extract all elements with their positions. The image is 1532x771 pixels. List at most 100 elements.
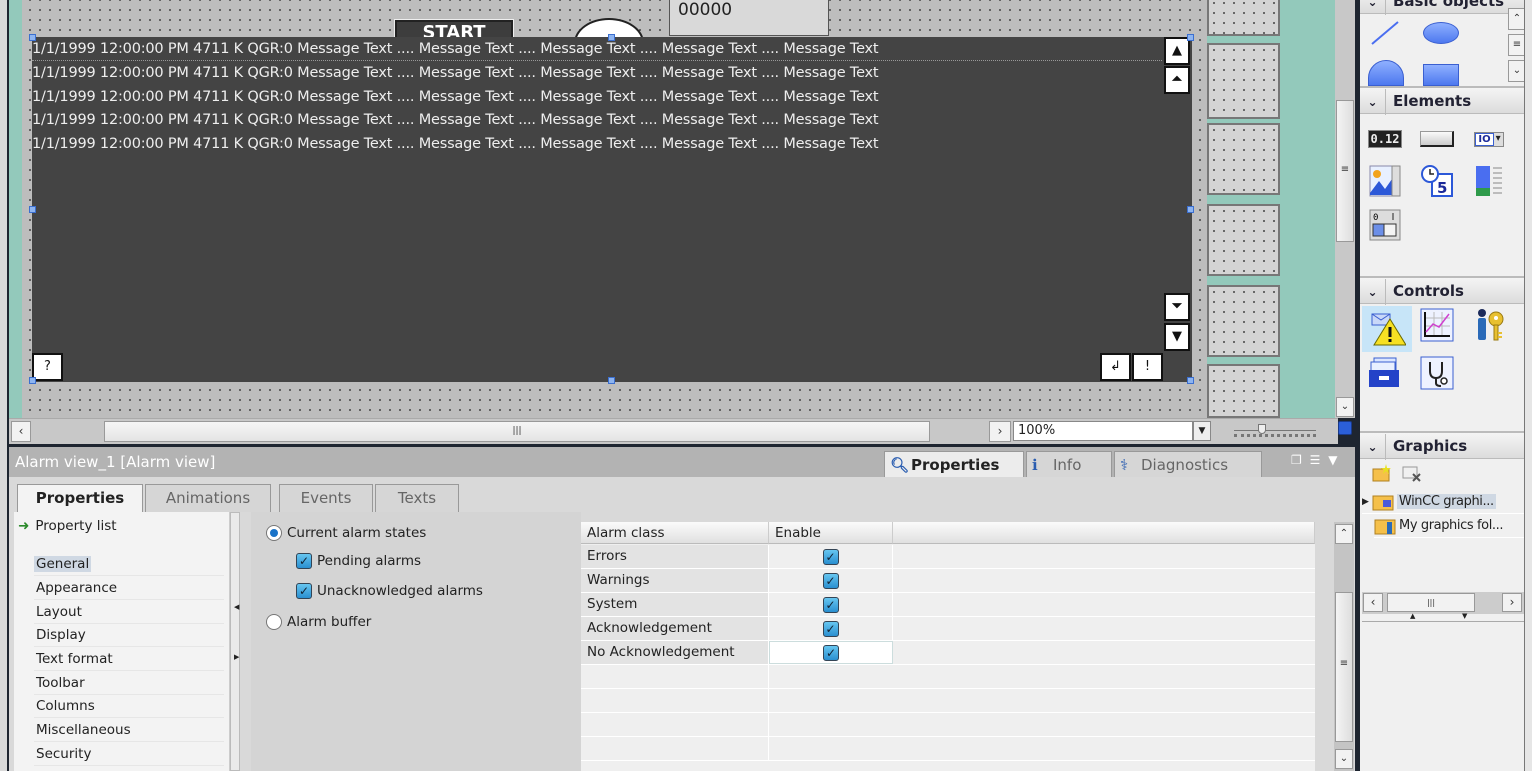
circle-tool-icon[interactable] [1368, 60, 1404, 86]
layout-icon[interactable]: ☰ [1310, 453, 1321, 467]
current-alarm-states-radio[interactable]: Current alarm states [266, 525, 426, 541]
table-vertical-scrollbar[interactable]: ⌃ ≡ ⌄ [1334, 522, 1354, 771]
symbolic-io-field-icon[interactable]: IO ▾ [1472, 122, 1506, 156]
table-row[interactable]: Errors ✓ [581, 545, 1315, 569]
section-elements[interactable]: ⌄ Elements [1360, 86, 1526, 115]
tab-info[interactable]: ℹ Info [1026, 451, 1112, 477]
add-folder-link-icon[interactable] [1372, 464, 1392, 482]
chevron-down-icon[interactable]: ▼ [1328, 453, 1337, 467]
page-down-button[interactable]: ⏷ [1164, 293, 1190, 321]
graphic-io-field-icon[interactable] [1368, 164, 1402, 198]
resize-handle[interactable] [1187, 377, 1194, 384]
resize-handle[interactable] [29, 377, 36, 384]
scroll-up-button[interactable]: ▲ [1164, 37, 1190, 65]
scroll-left-icon[interactable]: ‹ [1363, 593, 1383, 612]
scroll-down-icon[interactable]: ⌄ [1335, 749, 1353, 769]
scrollbar-thumb[interactable]: ≡ [1336, 100, 1354, 242]
screen-button-placeholder[interactable] [1207, 204, 1280, 276]
overview-window-icon[interactable] [1338, 421, 1352, 435]
button-element-icon[interactable] [1420, 122, 1454, 156]
canvas-vertical-scrollbar[interactable]: ≡ ⌄ [1335, 0, 1355, 418]
column-header-enable[interactable]: Enable [769, 522, 893, 544]
recipe-view-icon[interactable] [1368, 356, 1402, 390]
scroll-down-icon[interactable]: ⌄ [1336, 397, 1354, 417]
help-button[interactable]: ? [32, 353, 63, 381]
column-header-alarm-class[interactable]: Alarm class [581, 522, 769, 544]
table-row[interactable]: No Acknowledgement ✓ [581, 641, 1315, 665]
window-controls[interactable]: ❐ ☰ ▼ [1291, 453, 1337, 467]
checkbox-checked-icon[interactable]: ✓ [823, 644, 839, 661]
enable-cell-focused[interactable]: ✓ [769, 641, 893, 664]
scroll-up-icon[interactable]: ⌃ [1335, 524, 1353, 544]
property-item-general[interactable]: General [34, 553, 224, 576]
resize-handle[interactable] [1187, 34, 1194, 41]
collapse-up-icon[interactable]: ▲ [1410, 612, 1415, 620]
screen-button-placeholder[interactable] [1207, 43, 1280, 119]
expand-arrow-icon[interactable]: ▶ [1362, 497, 1369, 507]
user-view-icon[interactable] [1472, 308, 1506, 342]
property-item-toolbar[interactable]: Toolbar [34, 672, 224, 695]
scrollbar-thumb[interactable]: ||| [1387, 593, 1475, 612]
delete-folder-link-icon[interactable] [1402, 464, 1422, 482]
scroll-down-button[interactable]: ▼ [1164, 323, 1190, 351]
enable-cell[interactable]: ✓ [769, 545, 893, 568]
property-item-columns[interactable]: Columns [34, 695, 224, 718]
zoom-dropdown-chevron-icon[interactable]: ▼ [1193, 421, 1211, 441]
system-diagnostics-view-icon[interactable] [1420, 356, 1454, 390]
zoom-slider[interactable] [1234, 424, 1316, 438]
scroll-right-icon[interactable]: › [989, 421, 1011, 442]
scrollbar-thumb[interactable]: ||| [104, 421, 930, 442]
chevron-down-icon[interactable]: ⌄ [1360, 279, 1386, 305]
pending-alarms-checkbox[interactable]: ✓ Pending alarms [296, 553, 421, 569]
unacknowledged-alarms-checkbox[interactable]: ✓ Unacknowledged alarms [296, 583, 483, 599]
resize-handle[interactable] [29, 34, 36, 41]
screen-button-placeholder[interactable] [1207, 0, 1280, 36]
resize-handle[interactable] [608, 34, 615, 41]
property-item-display[interactable]: Display [34, 624, 224, 647]
tab-properties-right[interactable]: 🔍︎ Properties [884, 451, 1024, 477]
scroll-right-icon[interactable]: › [1502, 593, 1522, 612]
bar-icon[interactable] [1472, 164, 1506, 198]
float-window-icon[interactable]: ❐ [1291, 453, 1302, 467]
io-field-icon[interactable]: 0.12 [1367, 122, 1403, 156]
zoom-level-input[interactable]: 100% [1013, 421, 1193, 441]
page-up-button[interactable]: ⏶ [1164, 66, 1190, 94]
graphics-horizontal-scrollbar[interactable]: ‹ ||| › [1362, 592, 1524, 614]
scroll-left-icon[interactable]: ‹ [11, 421, 31, 442]
collapse-left-icon[interactable]: ◀ [234, 603, 239, 611]
property-item-appearance[interactable]: Appearance [34, 577, 224, 600]
ellipse-tool-icon[interactable] [1423, 22, 1459, 44]
resize-handle[interactable] [1187, 206, 1194, 213]
expand-down-icon[interactable]: ▼ [1462, 612, 1467, 620]
alarm-buffer-radio[interactable]: Alarm buffer [266, 614, 371, 630]
checkbox-checked-icon[interactable]: ✓ [822, 548, 839, 565]
checkbox-checked-icon[interactable]: ✓ [822, 620, 839, 637]
scrollbar-thumb[interactable]: ≡ [1335, 592, 1353, 742]
property-item-security[interactable]: Security [34, 743, 224, 766]
section-graphics[interactable]: ⌄ Graphics [1360, 431, 1526, 460]
section-controls[interactable]: ⌄ Controls [1360, 276, 1526, 305]
tree-item-my-graphics-folder[interactable]: My graphics fol... [1374, 514, 1526, 538]
tab-texts[interactable]: Texts [375, 484, 459, 512]
switch-icon[interactable]: 0 [1368, 208, 1402, 242]
section-basic-objects[interactable]: ⌄ Basic objects [1360, 0, 1526, 15]
chevron-down-icon[interactable]: ⌄ [1360, 434, 1386, 460]
trend-view-icon[interactable] [1420, 308, 1454, 342]
table-row[interactable]: System ✓ [581, 593, 1315, 617]
screen-button-placeholder[interactable] [1207, 285, 1280, 357]
screen-editor-canvas[interactable]: START 00000 1/1/1999 12:00:00 PM 4711 K … [9, 0, 1338, 418]
table-row[interactable]: Acknowledgement ✓ [581, 617, 1315, 641]
resize-handle[interactable] [608, 377, 615, 384]
zoom-slider-thumb[interactable] [1258, 424, 1266, 434]
enable-cell[interactable]: ✓ [769, 593, 893, 616]
table-row[interactable]: Warnings ✓ [581, 569, 1315, 593]
panel-splitter[interactable]: ◀ ▶ [230, 512, 240, 771]
numeric-io-field[interactable]: 00000 [669, 0, 829, 36]
checkbox-checked-icon[interactable]: ✓ [822, 596, 839, 613]
checkbox-checked-icon[interactable]: ✓ [822, 572, 839, 589]
tab-properties[interactable]: Properties [17, 484, 143, 514]
loop-in-alarm-button[interactable]: ↲ [1100, 353, 1131, 381]
line-tool-icon[interactable] [1368, 18, 1404, 48]
acknowledge-button[interactable]: ! [1132, 353, 1163, 381]
property-item-text-format[interactable]: Text format [34, 648, 224, 671]
